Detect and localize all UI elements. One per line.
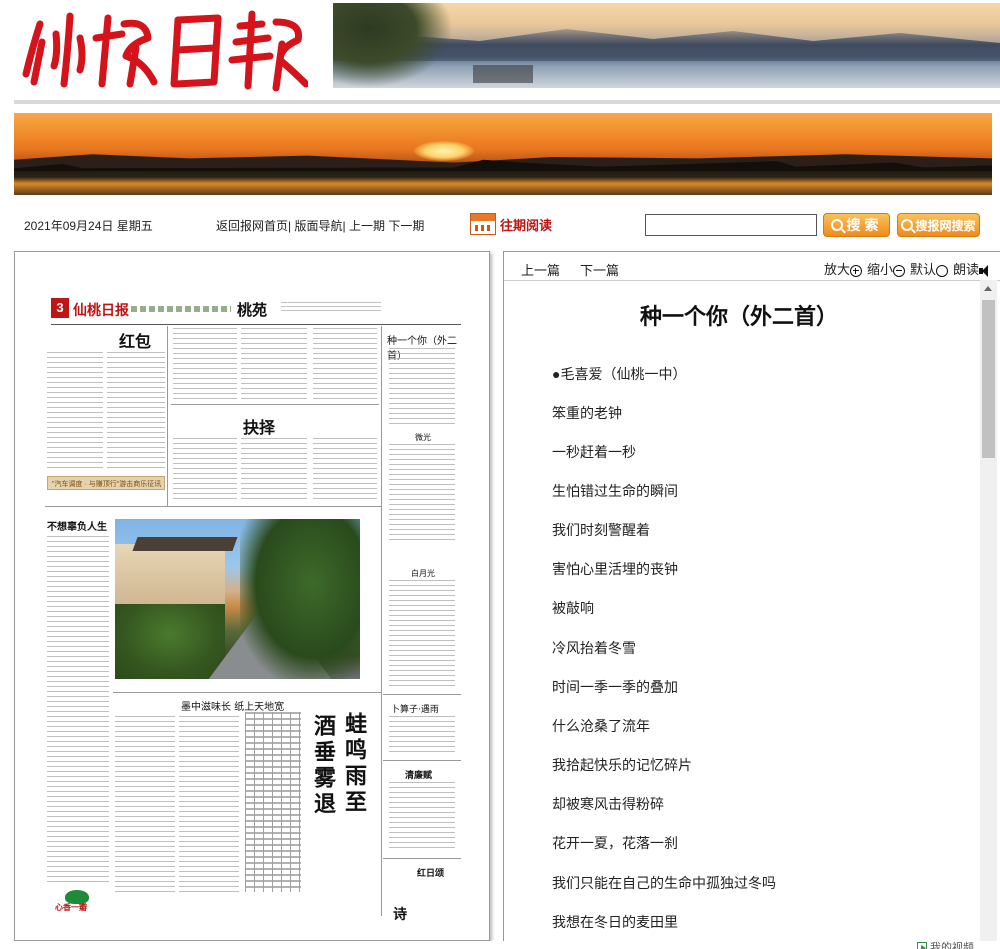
poem-line: 我们时刻警醒着 — [552, 522, 650, 538]
poem-line: 被敲响 — [552, 600, 594, 616]
author-line: ●毛喜爱（仙桃一中） — [552, 366, 687, 382]
poem-title-4[interactable]: 卜算子·遇雨 — [391, 702, 439, 715]
header-lake-photo — [333, 3, 1000, 88]
poem-line: 花开一夏，花落一刹 — [552, 835, 678, 851]
poem-title-6[interactable]: 红日颂 — [417, 866, 444, 879]
poem-line: 我们只能在自己的生命中孤独过冬吗 — [552, 875, 776, 891]
calligraphy-scroll-3: 酒垂雾退 — [310, 714, 336, 818]
poem-title-5[interactable]: 清廉赋 — [405, 768, 432, 781]
section-name: 桃苑 — [237, 302, 268, 319]
article-block-4[interactable]: 墨中滋味长 纸上天地宽 — [181, 698, 284, 713]
prev-issue-link[interactable]: 上一期 — [349, 219, 385, 233]
poem-title-3[interactable]: 白月光 — [411, 568, 435, 579]
archive-label: 往期阅读 — [500, 217, 553, 233]
issue-date: 2021年09月24日 星期五 — [24, 219, 153, 233]
search-icon — [830, 219, 843, 231]
calligraphy-scroll-2: 蛙鸣雨至 — [341, 712, 367, 816]
poem-line: 生怕错过生命的瞬间 — [552, 483, 678, 499]
speaker-icon — [979, 264, 991, 277]
next-article-link[interactable]: 下一篇 — [580, 260, 619, 279]
web-search-button[interactable]: 搜报网搜索 — [897, 213, 980, 237]
heart-fragrance-logo: 心香一瓣 — [55, 890, 103, 912]
circle-icon — [935, 264, 948, 277]
search-icon — [901, 219, 914, 231]
toolbar: 2021年09月24日 星期五 返回报网首页| 版面导航| 上一期 下一期 往期… — [0, 205, 1000, 243]
article-block-1[interactable]: 红包 — [119, 328, 151, 352]
article-scrollbar[interactable] — [980, 280, 997, 949]
article-nav: 上一篇 下一篇 放大 缩小 默认 朗读 — [504, 252, 1000, 281]
poem-line: 害怕心里活埋的丧钟 — [552, 561, 678, 577]
poem-line: 我拾起快乐的记忆碎片 — [552, 757, 692, 773]
search-input[interactable] — [645, 214, 817, 236]
newspaper-logo[interactable] — [18, 4, 308, 94]
minus-circle-icon — [892, 264, 905, 277]
poem-logo: 诗 — [393, 907, 407, 923]
zoom-in-button[interactable]: 放大 — [824, 259, 865, 278]
article-block-2[interactable]: 抉择 — [243, 414, 275, 438]
archive-link[interactable]: 往期阅读 — [470, 213, 552, 235]
page-nav-link[interactable]: 版面导航 — [294, 219, 342, 233]
poem-line: 却被寒风击得粉碎 — [552, 796, 664, 812]
article-title: 种一个你（外二首） — [639, 305, 838, 330]
top-banner — [0, 0, 1000, 100]
poem-line: 一秒赶着一秒 — [552, 444, 636, 460]
scroll-thumb[interactable] — [982, 300, 995, 458]
reading-tools: 放大 缩小 默认 朗读 — [824, 259, 991, 278]
scroll-up-arrow-icon[interactable] — [980, 280, 997, 297]
default-size-button[interactable]: 默认 — [910, 259, 951, 278]
search-button[interactable]: 搜索 — [823, 213, 890, 237]
navigation-links: 返回报网首页| 版面导航| 上一期 下一期 — [216, 219, 425, 233]
my-video-tag[interactable]: 我的视频 — [917, 939, 974, 949]
page-header: 3 仙桃日报 桃苑 — [51, 298, 461, 325]
newspaper-page-image[interactable]: 3 仙桃日报 桃苑 红包 "汽车调度 · 与赚顶行"游击商乐征讯 抉择 不想辜负… — [45, 292, 465, 932]
next-issue-link[interactable]: 下一期 — [388, 219, 424, 233]
page-number: 3 — [51, 298, 69, 318]
zoom-out-button[interactable]: 缩小 — [867, 259, 908, 278]
ad-banner[interactable]: "汽车调度 · 与赚顶行"游击商乐征讯 — [47, 476, 165, 490]
poem-title-2[interactable]: 微光 — [415, 432, 431, 443]
poem-line: 笨重的老钟 — [552, 405, 622, 421]
poem-line: 我想在冬日的麦田里 — [552, 914, 678, 930]
header-divider — [14, 100, 1000, 104]
article-block-3[interactable]: 不想辜负人生 — [47, 518, 107, 533]
newspaper-page-panel: 3 仙桃日报 桃苑 红包 "汽车调度 · 与赚顶行"游击商乐征讯 抉择 不想辜负… — [14, 251, 490, 941]
plus-circle-icon — [849, 264, 862, 277]
poem-line: 冷风抬着冬雪 — [552, 640, 636, 656]
calendar-icon — [470, 213, 496, 235]
sunset-banner-photo — [14, 113, 992, 195]
read-aloud-button[interactable]: 朗读 — [953, 259, 991, 278]
village-photo[interactable] — [115, 519, 360, 679]
poem-line: 什么沧桑了流年 — [552, 718, 650, 734]
prev-article-link[interactable]: 上一篇 — [521, 260, 560, 279]
play-icon — [917, 942, 927, 949]
poem-line: 时间一季一季的叠加 — [552, 679, 678, 695]
home-link[interactable]: 返回报网首页 — [216, 219, 288, 233]
page-masthead: 仙桃日报 — [73, 303, 129, 319]
calligraphy-scroll-1 — [245, 712, 301, 892]
article-panel: 上一篇 下一篇 放大 缩小 默认 朗读 种一个你（外二首） ●毛喜爱（仙桃一中）… — [503, 251, 1000, 949]
